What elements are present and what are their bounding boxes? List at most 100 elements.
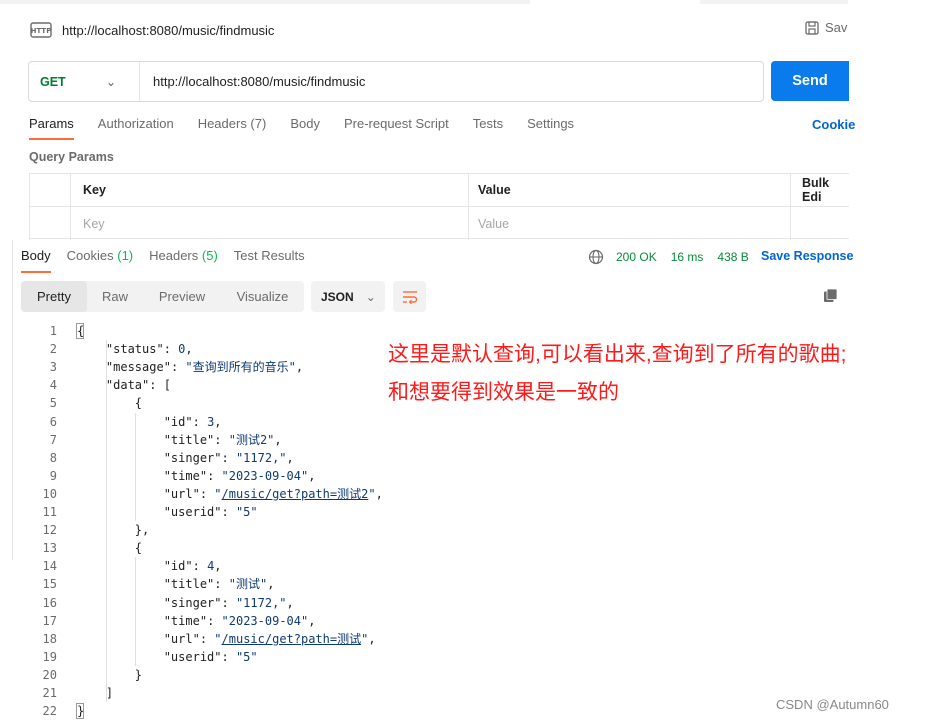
code-line: 2 "status": 0,: [0, 340, 400, 358]
code-line: 1{: [0, 322, 400, 340]
line-number: 14: [42, 559, 57, 574]
code-line: 11 "userid": "5": [0, 503, 400, 521]
method-select[interactable]: GET ⌄: [29, 62, 140, 101]
code-line: 21 ]: [0, 684, 400, 702]
code-line: 15 "title": "测试",: [0, 575, 400, 593]
code-text: "data": [: [105, 378, 171, 393]
row-checkbox[interactable]: [29, 207, 71, 240]
code-text: "url": "/music/get?path=测试2",: [163, 486, 383, 501]
line-number: 4: [49, 378, 57, 393]
code-line: 6 "id": 3,: [0, 413, 400, 431]
bracket-match-highlight: [76, 703, 84, 720]
code-text: "id": 4,: [163, 559, 222, 574]
url-bar: GET ⌄ http://localhost:8080/music/findmu…: [28, 61, 764, 102]
globe-icon[interactable]: [588, 249, 604, 265]
query-params-title: Query Params: [29, 150, 114, 164]
row-spacer: [790, 207, 849, 240]
view-visualize[interactable]: Visualize: [221, 281, 304, 312]
line-number: 17: [42, 613, 57, 628]
code-text: {: [77, 541, 143, 556]
wrap-lines-button[interactable]: [393, 281, 426, 312]
indent-guide: [135, 557, 136, 666]
line-number: 3: [49, 360, 57, 375]
bracket-match-highlight: [76, 323, 84, 339]
line-number: 2: [49, 342, 57, 357]
tab-settings[interactable]: Settings: [527, 116, 574, 140]
code-text: "status": 0,: [105, 342, 193, 357]
response-meta: 200 OK 16 ms 438 B: [588, 249, 763, 265]
annotation-text: 这里是默认查询,可以看出来,查询到了所有的歌曲; 和想要得到效果是一致的: [388, 336, 847, 412]
line-number: 7: [49, 432, 57, 447]
annotation-line-1: 这里是默认查询,可以看出来,查询到了所有的歌曲;: [388, 343, 847, 366]
tab-params[interactable]: Params: [29, 116, 74, 140]
tab-response-body[interactable]: Body: [21, 248, 51, 273]
line-number: 20: [42, 667, 57, 682]
code-text: "time": "2023-09-04",: [163, 613, 316, 628]
bulk-edit-button[interactable]: Bulk Edi: [790, 174, 849, 206]
tab-headers[interactable]: Headers (7): [198, 116, 267, 140]
view-pretty[interactable]: Pretty: [21, 281, 87, 312]
tab-tests[interactable]: Tests: [473, 116, 503, 140]
code-text: "userid": "5": [163, 505, 258, 519]
code-text: "message": "查询到所有的音乐",: [105, 360, 304, 375]
line-number: 9: [49, 468, 57, 483]
code-line: 13 {: [0, 539, 400, 557]
watermark: CSDN @Autumn60: [776, 697, 889, 712]
view-raw[interactable]: Raw: [87, 281, 143, 312]
line-number: 16: [42, 595, 57, 610]
tab-authorization[interactable]: Authorization: [98, 116, 174, 140]
response-size[interactable]: 438 B: [717, 250, 748, 264]
code-line: 12 },: [0, 521, 400, 539]
method-label: GET: [40, 74, 66, 89]
chevron-down-icon: ⌄: [105, 75, 117, 89]
code-line: 20 }: [0, 666, 400, 684]
code-text: }: [77, 667, 143, 682]
format-select[interactable]: JSON ⌄: [311, 281, 385, 312]
chevron-down-icon: ⌄: [365, 289, 376, 304]
code-text: "url": "/music/get?path=测试",: [163, 631, 376, 646]
checkbox-column: [29, 174, 71, 206]
url-input[interactable]: http://localhost:8080/music/findmusic: [140, 74, 365, 89]
line-number: 10: [42, 486, 57, 501]
code-text: "time": "2023-09-04",: [163, 468, 316, 483]
key-header: Key: [83, 183, 106, 197]
response-time[interactable]: 16 ms: [671, 250, 704, 264]
line-number: 8: [49, 450, 57, 465]
request-title-bar: HTTP http://localhost:8080/music/findmus…: [29, 16, 274, 44]
code-line: 16 "singer": "1172,",: [0, 594, 400, 612]
cookies-count: (1): [117, 248, 134, 263]
save-button[interactable]: Sav: [805, 20, 847, 35]
code-text: "singer": "1172,",: [163, 450, 294, 465]
copy-icon[interactable]: [823, 288, 838, 303]
tab-response-headers[interactable]: Headers (5): [149, 248, 218, 273]
value-input[interactable]: Value: [468, 207, 790, 240]
code-line: 22}: [0, 702, 400, 720]
line-number: 21: [42, 686, 57, 700]
code-text: "title": "测试2",: [163, 432, 282, 447]
wrap-lines-icon: [402, 290, 417, 304]
line-number: 22: [42, 704, 57, 719]
tab-body[interactable]: Body: [290, 116, 320, 140]
line-number: 1: [49, 324, 57, 338]
tab-pre-request-script[interactable]: Pre-request Script: [344, 116, 449, 140]
line-number: 11: [42, 505, 57, 519]
line-number: 19: [42, 649, 57, 664]
tab-response-cookies[interactable]: Cookies (1): [67, 248, 133, 273]
key-input[interactable]: Key: [83, 207, 105, 240]
save-label: Sav: [825, 20, 848, 35]
cookies-link[interactable]: Cookie: [812, 117, 855, 132]
save-icon: [805, 20, 819, 35]
line-number: 12: [42, 523, 57, 538]
send-button[interactable]: Send: [771, 61, 849, 101]
headers-count: (5): [201, 248, 218, 263]
tab-test-results[interactable]: Test Results: [234, 248, 305, 273]
value-header: Value: [468, 174, 790, 206]
annotation-line-2: 和想要得到效果是一致的: [388, 381, 619, 404]
line-number: 6: [49, 414, 57, 429]
view-preview[interactable]: Preview: [143, 281, 221, 312]
code-line: 5 {: [0, 394, 400, 412]
save-response-button[interactable]: Save Response: [761, 249, 853, 263]
request-title[interactable]: http://localhost:8080/music/findmusic: [62, 23, 274, 38]
status-badge[interactable]: 200 OK: [616, 250, 657, 264]
code-text: {: [77, 396, 143, 411]
